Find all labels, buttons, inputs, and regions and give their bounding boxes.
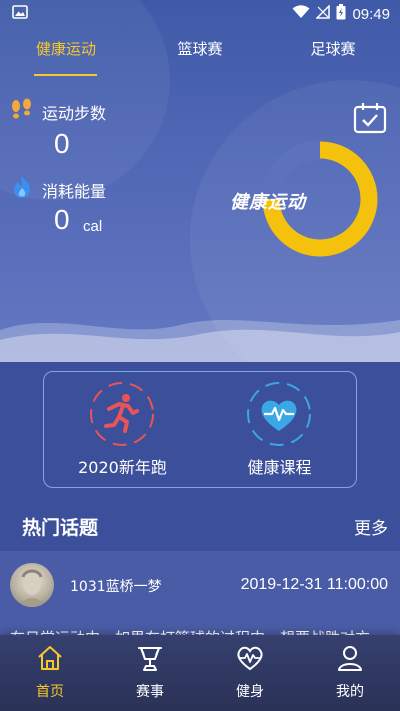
user-icon xyxy=(338,646,362,671)
avatar xyxy=(10,563,54,607)
tab-football[interactable]: 足球赛 xyxy=(309,38,357,59)
feature-card: 2020新年跑 健康课程 xyxy=(43,371,357,488)
bottom-navigation: 首页 赛事 健身 我的 xyxy=(0,635,400,711)
wifi-icon xyxy=(292,5,310,23)
health-course-button[interactable]: 健康课程 xyxy=(201,372,358,489)
trophy-icon xyxy=(138,647,162,671)
active-tab-indicator xyxy=(34,74,97,76)
steps-label: 运动步数 xyxy=(42,104,107,123)
tab-basketball[interactable]: 篮球赛 xyxy=(176,38,224,59)
heart-pulse-icon xyxy=(246,381,312,451)
hero-panel: 09:49 健康运动 篮球赛 足球赛 运动步数 0 消耗能量 0 cal 健康运… xyxy=(0,0,400,362)
screen: 09:49 健康运动 篮球赛 足球赛 运动步数 0 消耗能量 0 cal 健康运… xyxy=(0,0,400,711)
home-icon xyxy=(38,646,62,670)
nav-fitness-label: 健身 xyxy=(236,684,264,700)
new-year-run-button[interactable]: 2020新年跑 xyxy=(44,372,201,489)
tab-bar: 健康运动 篮球赛 足球赛 xyxy=(0,38,400,78)
clock: 09:49 xyxy=(352,5,390,23)
energy-value: 0 xyxy=(54,204,70,235)
status-indicators: 09:49 xyxy=(292,4,390,24)
nav-fitness[interactable]: 健身 xyxy=(200,635,300,711)
running-icon xyxy=(89,381,155,451)
energy-unit: cal xyxy=(83,218,103,235)
energy-label: 消耗能量 xyxy=(42,182,107,201)
topic-post[interactable]: 1031蓝桥一梦 2019-12-31 11:00:00 在日常运动中，如果在打… xyxy=(0,551,400,641)
health-course-label: 健康课程 xyxy=(247,458,312,477)
battery-icon xyxy=(336,4,346,24)
new-year-run-label: 2020新年跑 xyxy=(78,458,167,477)
nav-home[interactable]: 首页 xyxy=(0,635,100,711)
tab-health-sports[interactable]: 健康运动 xyxy=(33,38,99,59)
nav-home-label: 首页 xyxy=(36,684,64,700)
footprints-icon xyxy=(10,98,34,124)
heart-pulse-icon xyxy=(237,646,263,671)
signal-icon xyxy=(315,4,331,23)
flame-icon xyxy=(11,175,33,203)
nav-profile-label: 我的 xyxy=(336,684,364,700)
nav-events-label: 赛事 xyxy=(136,684,164,700)
more-link[interactable]: 更多 xyxy=(354,514,388,539)
nav-events[interactable]: 赛事 xyxy=(100,635,200,711)
ring-label: 健康运动 xyxy=(230,192,306,213)
post-timestamp: 2019-12-31 11:00:00 xyxy=(240,576,388,593)
post-author: 1031蓝桥一梦 xyxy=(70,579,162,595)
nav-profile[interactable]: 我的 xyxy=(300,635,400,711)
wave-decoration xyxy=(0,320,400,362)
calendar-check-icon[interactable] xyxy=(353,102,387,138)
gallery-icon xyxy=(12,5,28,23)
steps-value: 0 xyxy=(54,128,70,159)
hot-topics-title: 热门话题 xyxy=(22,517,99,539)
status-bar: 09:49 xyxy=(0,0,400,28)
